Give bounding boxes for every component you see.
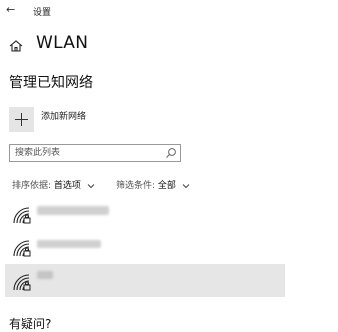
faq-heading: 有疑问? [9, 317, 52, 331]
back-arrow-icon[interactable]: ← [6, 3, 15, 16]
section-title: 管理已知网络 [9, 75, 93, 91]
sort-dropdown[interactable]: 排序依据: 首选项 [12, 178, 95, 191]
network-name-redacted [37, 271, 53, 279]
filter-value: 全部 [157, 181, 176, 191]
chevron-down-icon [87, 183, 95, 188]
chevron-down-icon [182, 183, 190, 188]
network-item[interactable] [5, 232, 285, 263]
window-title: 设置 [33, 8, 52, 18]
page-title: WLAN [36, 33, 89, 53]
sort-value: 首选项 [53, 181, 81, 191]
search-box[interactable] [9, 144, 181, 162]
network-item[interactable] [5, 199, 285, 230]
filter-dropdown[interactable]: 筛选条件: 全部 [116, 178, 190, 191]
add-network-label[interactable]: 添加新网络 [41, 109, 86, 122]
wifi-secured-icon [13, 240, 31, 257]
home-icon [9, 40, 23, 52]
wifi-secured-icon [13, 207, 31, 224]
search-icon[interactable] [165, 147, 177, 159]
filter-label: 筛选条件: [116, 181, 156, 191]
add-network-button[interactable] [9, 107, 34, 132]
network-name-redacted [37, 206, 109, 215]
network-name-redacted [37, 240, 101, 248]
network-item-selected[interactable] [5, 264, 285, 297]
sort-label: 排序依据: [12, 181, 52, 191]
wifi-secured-icon [13, 274, 31, 291]
search-input[interactable] [10, 145, 165, 161]
back-button[interactable]: ← [6, 3, 15, 16]
